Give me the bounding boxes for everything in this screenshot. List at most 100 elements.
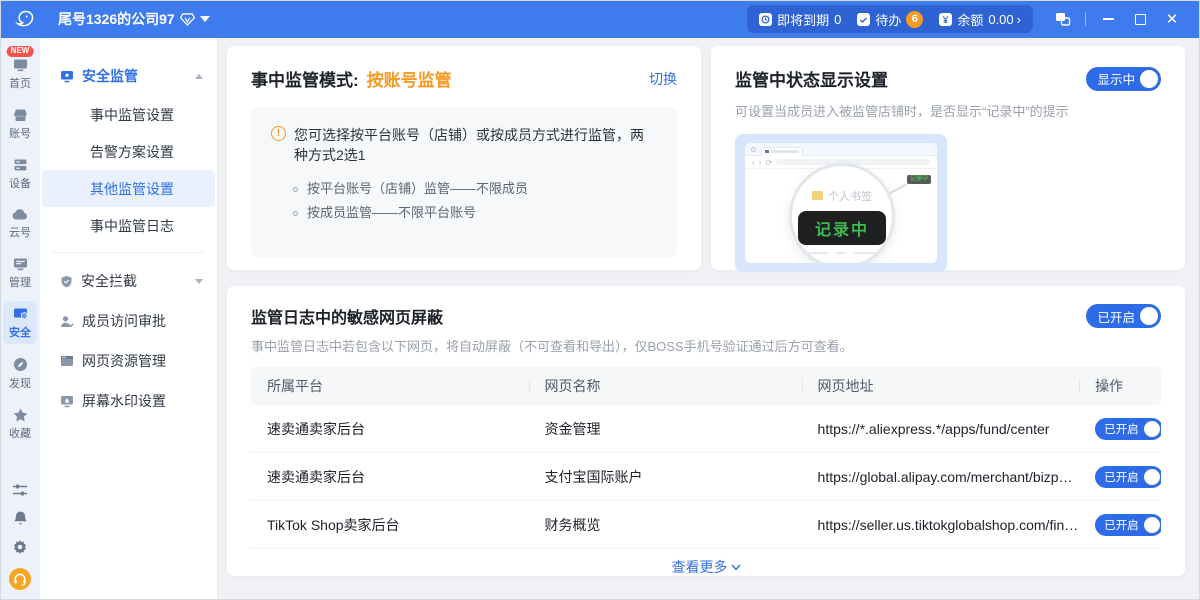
window-switch-button[interactable] bbox=[1049, 6, 1077, 32]
notifications-button[interactable] bbox=[13, 510, 28, 526]
sidebar-item-label: 其他监管设置 bbox=[90, 179, 174, 199]
security-sidebar: 安全监管 事中监管设置 告警方案设置 其他监管设置 事中监管日志 安全拦截 bbox=[40, 38, 218, 600]
sidebar-group-security-intercept[interactable]: 安全拦截 bbox=[40, 261, 217, 301]
settings-button[interactable] bbox=[12, 539, 28, 555]
header-page-name: 网页名称 bbox=[529, 376, 802, 396]
view-more-link[interactable]: 查看更多 bbox=[251, 549, 1161, 585]
row-toggle[interactable]: 已开启 bbox=[1095, 466, 1161, 488]
row-toggle[interactable]: 已开启 bbox=[1095, 514, 1161, 536]
recording-mini-badge: 记录中 bbox=[907, 175, 931, 184]
sidebar-item-in-process-settings[interactable]: 事中监管设置 bbox=[42, 96, 215, 133]
display-status-toggle[interactable]: 显示中 bbox=[1086, 67, 1161, 91]
chevron-down-icon bbox=[731, 564, 741, 571]
row-toggle[interactable]: 已开启 bbox=[1095, 418, 1161, 440]
bell-icon bbox=[13, 510, 28, 526]
browser-window-icon bbox=[60, 355, 74, 367]
switch-mode-link[interactable]: 切换 bbox=[649, 69, 677, 89]
balance-icon bbox=[939, 13, 952, 26]
rail-item-favorites[interactable]: 收藏 bbox=[3, 402, 37, 445]
supervision-mode-card: 事中监管模式: 按账号监管 切换 ! 您可选择按平台账号（店铺）或按成员方式进行… bbox=[226, 45, 702, 271]
sidebar-item-member-approval[interactable]: 成员访问审批 bbox=[40, 301, 217, 341]
sidebar-item-alert-plan[interactable]: 告警方案设置 bbox=[42, 133, 215, 170]
recording-label: 记录中 bbox=[815, 216, 869, 240]
cell-platform: TikTok Shop卖家后台 bbox=[251, 515, 529, 535]
browser-tab bbox=[761, 147, 803, 156]
todo-count-badge: 6 bbox=[906, 11, 923, 28]
compass-icon bbox=[12, 356, 29, 373]
sidebar-item-web-resources[interactable]: 网页资源管理 bbox=[40, 341, 217, 381]
toolbar-separator bbox=[1085, 12, 1086, 26]
item-label: 成员访问审批 bbox=[82, 311, 166, 331]
sidebar-item-supervision-logs[interactable]: 事中监管日志 bbox=[42, 207, 215, 244]
watermark-icon bbox=[60, 395, 74, 408]
mode-option: 按平台账号（店铺）监管——不限成员 bbox=[307, 177, 528, 201]
minimize-icon bbox=[1103, 18, 1114, 20]
gear-icon bbox=[12, 539, 28, 555]
toggle-label: 已开启 bbox=[1104, 421, 1139, 437]
rail-item-discover[interactable]: 发现 bbox=[3, 351, 37, 395]
rail-item-security[interactable]: 安全 bbox=[3, 301, 37, 344]
browser-mockup: ‹›⟳ 记录中 个人书签 记录中 bbox=[745, 143, 937, 263]
expiring-metric[interactable]: 即将到期 0 bbox=[759, 10, 841, 29]
top-bar: 尾号1326的公司97 即将到期 0 待办 6 余额 0.00 › bbox=[0, 0, 1200, 38]
block-card-description: 事中监管日志中若包含以下网页，将自动屏蔽（不可查看和导出），仅BOSS手机号验证… bbox=[251, 336, 1161, 355]
balance-metric[interactable]: 余额 0.00 › bbox=[939, 10, 1021, 29]
rail-item-accounts[interactable]: 账号 bbox=[3, 102, 37, 145]
group-label: 安全监管 bbox=[82, 66, 138, 86]
toggle-knob bbox=[1140, 70, 1158, 88]
rail-item-home[interactable]: NEW 首页 bbox=[3, 52, 37, 95]
notice-text: 您可选择按平台账号（店铺）或按成员方式进行监管，两种方式2选1 bbox=[294, 125, 657, 165]
item-label: 网页资源管理 bbox=[82, 351, 166, 371]
cell-url: https://*.aliexpress.*/apps/fund/center bbox=[802, 421, 1080, 437]
chevron-right-icon: › bbox=[1017, 12, 1021, 27]
rail-label: 收藏 bbox=[9, 425, 31, 441]
mode-option: 按成员监管——不限平台账号 bbox=[307, 201, 476, 225]
cell-page-name: 资金管理 bbox=[529, 419, 802, 439]
rail-item-manage[interactable]: 管理 bbox=[3, 251, 37, 294]
cell-url: https://global.alipay.com/merchant/bizpo… bbox=[802, 469, 1080, 485]
cell-page-name: 财务概览 bbox=[529, 515, 802, 535]
info-icon: ! bbox=[271, 126, 286, 141]
close-button[interactable]: ✕ bbox=[1158, 6, 1186, 32]
chevron-down-icon bbox=[195, 279, 203, 284]
chevron-up-icon bbox=[195, 74, 203, 79]
balance-value: 0.00 bbox=[988, 12, 1013, 27]
sidebar-group-security-supervision[interactable]: 安全监管 bbox=[40, 56, 217, 96]
support-button[interactable] bbox=[9, 568, 31, 590]
sidebar-item-label: 事中监管日志 bbox=[90, 216, 174, 236]
rail-label: 管理 bbox=[9, 274, 31, 290]
sensitive-pages-card: 监管日志中的敏感网页屏蔽 已开启 事中监管日志中若包含以下网页，将自动屏蔽（不可… bbox=[226, 285, 1186, 577]
browser-dot-icon bbox=[751, 147, 756, 152]
status-display-card: 监管中状态显示设置 显示中 可设置当成员进入被监管店铺时，是否显示“记录中”的提… bbox=[710, 45, 1186, 271]
rail-item-cloud[interactable]: 云号 bbox=[3, 202, 37, 244]
cell-page-name: 支付宝国际账户 bbox=[529, 467, 802, 487]
todo-metric[interactable]: 待办 6 bbox=[857, 10, 923, 29]
toggle-label: 已开启 bbox=[1104, 517, 1139, 533]
sidebar-item-watermark-settings[interactable]: 屏幕水印设置 bbox=[40, 381, 217, 421]
page-text-placeholder bbox=[769, 252, 913, 255]
maximize-button[interactable] bbox=[1126, 6, 1154, 32]
view-more-label: 查看更多 bbox=[672, 557, 728, 577]
toggle-knob bbox=[1144, 421, 1160, 437]
storefront-icon bbox=[12, 107, 29, 123]
toggle-knob bbox=[1144, 517, 1160, 533]
toggle-label: 显示中 bbox=[1097, 69, 1135, 88]
cloud-icon bbox=[11, 207, 29, 222]
rail-item-devices[interactable]: 设备 bbox=[3, 152, 37, 195]
company-switcher[interactable]: 尾号1326的公司97 bbox=[58, 9, 210, 29]
star-icon bbox=[12, 407, 29, 423]
minimize-button[interactable] bbox=[1094, 6, 1122, 32]
extensions-button[interactable] bbox=[12, 483, 28, 497]
headset-icon bbox=[13, 573, 27, 586]
recording-pill: 记录中 bbox=[798, 211, 886, 245]
rail-label: 账号 bbox=[9, 125, 31, 141]
topbar-metrics: 即将到期 0 待办 6 余额 0.00 › bbox=[747, 5, 1033, 33]
header-url: 网页地址 bbox=[802, 376, 1080, 396]
group-label: 安全拦截 bbox=[81, 271, 137, 291]
sidebar-item-other-supervision[interactable]: 其他监管设置 bbox=[42, 170, 215, 207]
toggle-knob bbox=[1144, 469, 1160, 485]
table-row: TikTok Shop卖家后台 财务概览 https://seller.us.t… bbox=[251, 501, 1161, 549]
block-feature-toggle[interactable]: 已开启 bbox=[1086, 304, 1161, 328]
icon-rail: NEW 首页 账号 设备 云号 管理 安全 bbox=[0, 38, 40, 600]
recording-preview-illustration: ‹›⟳ 记录中 个人书签 记录中 bbox=[735, 134, 947, 272]
